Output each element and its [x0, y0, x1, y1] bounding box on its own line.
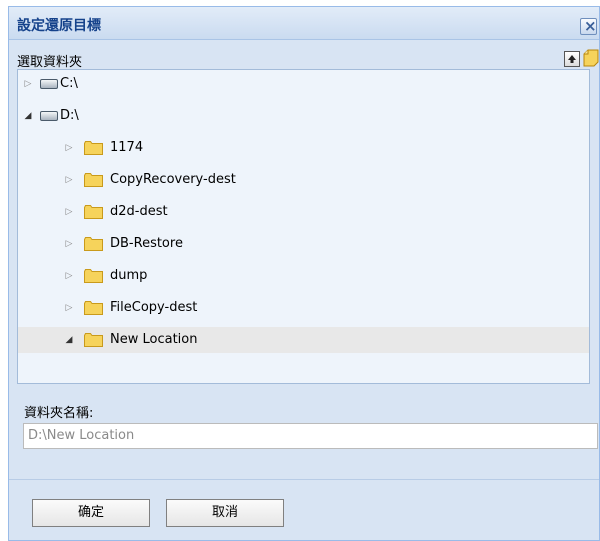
expand-arrow-icon[interactable]: ▷ [64, 167, 74, 193]
cancel-button[interactable]: 取消 [166, 499, 284, 527]
dialog-title: 設定還原目標 [17, 18, 101, 34]
tree-node-folder-selected[interactable]: ◢ New Location [18, 327, 589, 353]
tree-node-drive-c[interactable]: ▷ C:\ [18, 71, 589, 97]
folder-icon [84, 301, 103, 315]
new-folder-icon [583, 49, 599, 67]
tree-node-label: FileCopy-dest [110, 300, 198, 315]
expand-arrow-icon[interactable]: ▷ [23, 71, 33, 97]
folder-icon [84, 173, 103, 187]
close-icon: × [584, 17, 597, 35]
collapse-arrow-icon[interactable]: ◢ [23, 103, 33, 129]
drive-icon [40, 111, 58, 121]
folder-name-input[interactable]: D:\New Location [23, 423, 598, 449]
tree-node-folder[interactable]: ▷ CopyRecovery-dest [18, 167, 589, 193]
expand-arrow-icon[interactable]: ▷ [64, 263, 74, 289]
tree-node-drive-d[interactable]: ◢ D:\ [18, 103, 589, 129]
up-folder-button[interactable] [564, 51, 580, 67]
tree-node-label: D:\ [60, 108, 79, 123]
tree-node-label: 1174 [110, 140, 144, 155]
tree-node-label: New Location [110, 332, 198, 347]
drive-icon [40, 79, 58, 89]
tree-node-label: C:\ [60, 76, 78, 91]
expand-arrow-icon[interactable]: ▷ [64, 295, 74, 321]
new-folder-button[interactable] [583, 49, 599, 67]
folder-icon [84, 333, 103, 347]
tree-node-label: dump [110, 268, 148, 283]
tree-node-label: CopyRecovery-dest [110, 172, 236, 187]
ok-button[interactable]: 确定 [32, 499, 150, 527]
folder-tree[interactable]: ▷ C:\ ◢ D:\ ▷ 1174 ▷ CopyRecovery-dest ▷… [17, 69, 590, 384]
tree-node-folder[interactable]: ▷ FileCopy-dest [18, 295, 589, 321]
tree-node-folder[interactable]: ▷ DB-Restore [18, 231, 589, 257]
folder-icon [84, 269, 103, 283]
collapse-arrow-icon[interactable]: ◢ [64, 327, 74, 353]
button-divider [9, 479, 599, 480]
expand-arrow-icon[interactable]: ▷ [64, 231, 74, 257]
close-button[interactable]: × [580, 17, 597, 35]
tree-node-folder[interactable]: ▷ d2d-dest [18, 199, 589, 225]
restore-target-dialog: 設定還原目標 × 選取資料夾 ▷ C:\ ◢ D:\ ▷ 1174 ▷ Copy… [8, 6, 600, 541]
expand-arrow-icon[interactable]: ▷ [64, 199, 74, 225]
folder-select-label: 選取資料夾 [17, 55, 83, 70]
folder-name-label: 資料夾名稱: [24, 406, 94, 421]
tree-node-folder[interactable]: ▷ dump [18, 263, 589, 289]
tree-node-label: d2d-dest [110, 204, 168, 219]
tree-node-label: DB-Restore [110, 236, 183, 251]
folder-icon [84, 205, 103, 219]
up-arrow-icon [568, 55, 576, 63]
tree-node-folder[interactable]: ▷ 1174 [18, 135, 589, 161]
folder-icon [84, 237, 103, 251]
folder-icon [84, 141, 103, 155]
title-bar: 設定還原目標 × [9, 7, 599, 40]
expand-arrow-icon[interactable]: ▷ [64, 135, 74, 161]
